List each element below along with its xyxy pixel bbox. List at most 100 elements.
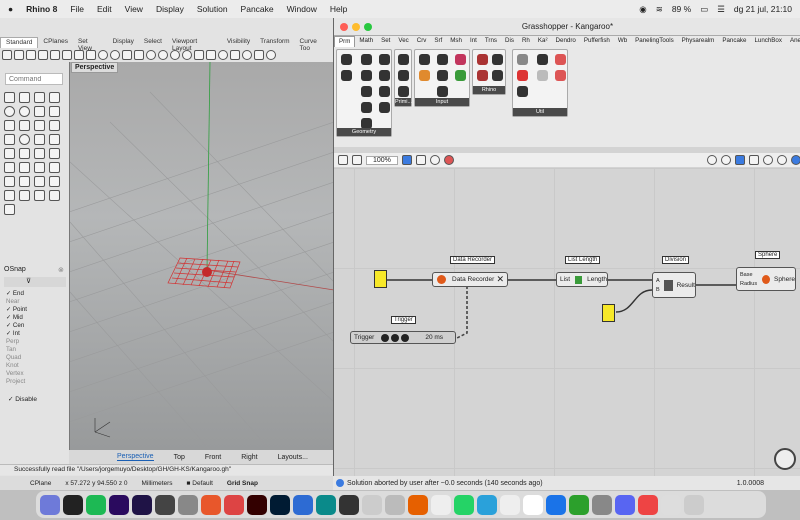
- trim-icon[interactable]: [34, 176, 45, 187]
- premiere-icon[interactable]: [109, 494, 129, 515]
- solver-icon[interactable]: [791, 155, 800, 165]
- line-param-icon[interactable]: [361, 86, 372, 97]
- units[interactable]: Millimeters: [141, 480, 172, 487]
- fitness-icon[interactable]: [555, 54, 566, 65]
- cherry-icon[interactable]: [517, 70, 528, 81]
- shade-icon[interactable]: [218, 50, 228, 60]
- menu-pancake[interactable]: Pancake: [241, 4, 274, 14]
- filter-icon[interactable]: ⊽: [26, 277, 31, 285]
- vtab-top[interactable]: Top: [174, 454, 185, 461]
- maximize-window-icon[interactable]: [364, 23, 372, 31]
- app-name[interactable]: Rhino 8: [26, 4, 57, 14]
- wifi-icon[interactable]: ≋: [656, 4, 663, 15]
- osnap-item[interactable]: ✓ Int: [6, 330, 27, 338]
- integer-param-icon[interactable]: [398, 70, 409, 81]
- clock[interactable]: dg 21 jul, 21:10: [734, 4, 792, 14]
- chatgpt-icon[interactable]: [500, 494, 520, 515]
- rhino-bake-icon[interactable]: [477, 70, 488, 81]
- osnap-item[interactable]: ✓ Point: [6, 306, 27, 314]
- osnap-item[interactable]: Tan: [6, 346, 27, 354]
- point-icon[interactable]: [19, 92, 30, 103]
- relay-icon[interactable]: [537, 54, 548, 65]
- battery-level[interactable]: 89 %: [672, 4, 691, 14]
- menu-view[interactable]: View: [125, 4, 143, 14]
- display-mode-icon[interactable]: [749, 155, 759, 165]
- tab-set-view[interactable]: Set View: [73, 37, 108, 52]
- zoom-extents-gh-icon[interactable]: [415, 155, 426, 165]
- gh-tab-17[interactable]: Pancake: [718, 36, 750, 47]
- record-icon[interactable]: ◉: [639, 4, 646, 15]
- grid-snap[interactable]: Grid Snap: [227, 480, 258, 487]
- trigger-reset-icon[interactable]: [401, 333, 410, 342]
- menu-solution[interactable]: Solution: [197, 4, 228, 14]
- graph-icon[interactable]: [455, 70, 466, 81]
- osnap-close-icon[interactable]: ⊗: [58, 266, 64, 274]
- toggle-icon[interactable]: [437, 54, 448, 65]
- osnap-check-icon[interactable]: ✓: [6, 330, 13, 337]
- trigger-stop-icon[interactable]: [391, 333, 400, 342]
- number-param-2[interactable]: [602, 304, 615, 322]
- blender-icon[interactable]: [155, 494, 175, 515]
- osnap-item[interactable]: Knot: [6, 362, 27, 370]
- settings-icon[interactable]: [592, 494, 612, 515]
- gh-tab-15[interactable]: PanelingTools: [631, 36, 678, 47]
- numbers-icon[interactable]: [569, 494, 589, 515]
- telegram-icon[interactable]: [477, 494, 497, 515]
- text-icon[interactable]: [34, 148, 45, 159]
- polygon-icon[interactable]: [49, 106, 60, 117]
- analyze-icon[interactable]: [49, 190, 60, 201]
- options-icon[interactable]: [254, 50, 264, 60]
- redo-icon[interactable]: [110, 50, 120, 60]
- gh-tab-5[interactable]: Srf: [430, 36, 446, 47]
- zoom-field[interactable]: 100%: [366, 155, 398, 165]
- terminal-icon[interactable]: [339, 494, 359, 515]
- tab-transform[interactable]: Transform: [255, 37, 294, 48]
- split-icon[interactable]: [49, 176, 60, 187]
- gh-tab-12[interactable]: Dendro: [552, 36, 580, 47]
- gh-tab-6[interactable]: Msh: [446, 36, 466, 47]
- cut-icon[interactable]: [62, 50, 72, 60]
- explode-icon[interactable]: [19, 190, 30, 201]
- vtab-right[interactable]: Right: [241, 454, 257, 461]
- swatch-icon[interactable]: [419, 70, 430, 81]
- osnap-item[interactable]: ✓ End: [6, 290, 27, 298]
- control-center-icon[interactable]: ☰: [717, 4, 725, 15]
- light-icon[interactable]: [266, 50, 276, 60]
- menu-file[interactable]: File: [70, 4, 84, 14]
- gh-tab-18[interactable]: LunchBox: [750, 36, 786, 47]
- photoshop-icon[interactable]: [270, 494, 290, 515]
- osnap-item[interactable]: Vertex: [6, 370, 27, 378]
- loft-icon[interactable]: [49, 120, 60, 131]
- gh-tab-4[interactable]: Crv: [413, 36, 431, 47]
- pan-icon[interactable]: [122, 50, 132, 60]
- apple-icon[interactable]: ●: [8, 4, 13, 14]
- box-param-icon[interactable]: [361, 54, 372, 65]
- four-viewports-icon[interactable]: [194, 50, 204, 60]
- rhino-ref-icon[interactable]: [492, 70, 503, 81]
- acrobat-icon[interactable]: [224, 494, 244, 515]
- array-icon[interactable]: [19, 176, 30, 187]
- gh-tab-10[interactable]: Rh: [518, 36, 534, 47]
- arduino-icon[interactable]: [316, 494, 336, 515]
- tab-standard[interactable]: Standard: [0, 37, 39, 48]
- zoom-dropdown-icon[interactable]: [401, 155, 412, 165]
- textedit-icon[interactable]: [523, 494, 543, 515]
- trigger-interval[interactable]: 20 ms: [425, 334, 443, 341]
- gh-tab-13[interactable]: Pufferfish: [580, 36, 614, 47]
- tab-cplanes[interactable]: CPlanes: [38, 37, 73, 48]
- surface-icon[interactable]: [34, 120, 45, 131]
- vtab-perspective[interactable]: Perspective: [117, 453, 154, 461]
- trash-icon[interactable]: [684, 494, 704, 515]
- tab-display[interactable]: Display: [108, 37, 139, 48]
- menu-window[interactable]: Window: [287, 4, 317, 14]
- point-param-icon[interactable]: [379, 102, 390, 113]
- sketch-icon[interactable]: [443, 155, 454, 165]
- paste-icon[interactable]: [86, 50, 96, 60]
- brep-param-icon[interactable]: [379, 54, 390, 65]
- geometry-param-icon[interactable]: [341, 54, 352, 65]
- zoom-icon[interactable]: [146, 50, 156, 60]
- curve-icon[interactable]: [49, 92, 60, 103]
- color-icon[interactable]: [763, 155, 773, 165]
- move-icon[interactable]: [4, 162, 15, 173]
- photo-booth-icon[interactable]: [638, 494, 658, 515]
